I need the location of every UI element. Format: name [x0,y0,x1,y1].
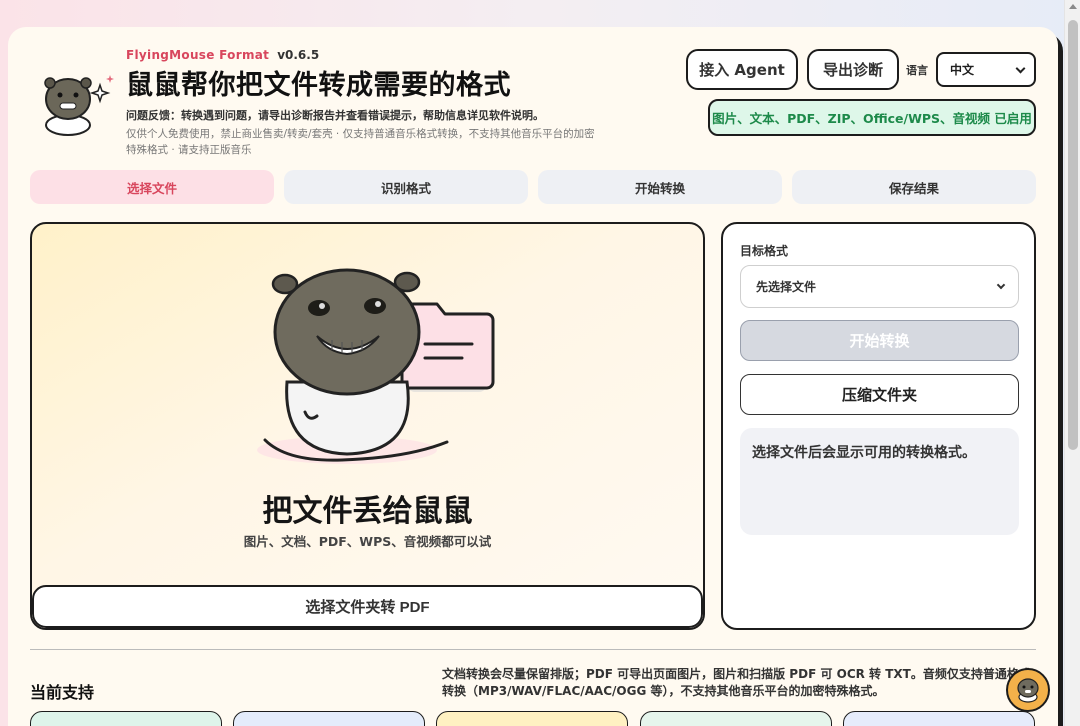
language-value: 中文 [950,63,975,77]
feedback-text: 问题反馈：转换遇到问题，请导出诊断报告并查看错误提示，帮助信息详见软件说明。 [126,109,544,122]
hamster-assistant-button[interactable] [1006,668,1050,712]
hamster-mascot-illustration [257,268,495,464]
hamster-face-icon [1017,678,1039,703]
version-label: v0.6.5 [277,48,320,62]
support-card[interactable] [843,711,1035,726]
target-format-label: 目标格式 [740,244,789,258]
support-section-title: 当前支持 [30,683,95,702]
brand-name: FlyingMouse Format [126,48,270,62]
folder-to-pdf-button[interactable]: 选择文件夹转 PDF [32,585,703,628]
language-label: 语言 [906,64,928,77]
support-card[interactable] [436,711,628,726]
step-save-result[interactable]: 保存结果 [792,170,1036,204]
hamster-logo-icon [44,75,114,136]
disclaimer-text: 仅供个人免费使用，禁止商业售卖/转卖/套壳 · 仅支持普通音乐格式转换，不支持其… [126,128,595,156]
file-drop-zone[interactable]: 把文件丢给鼠鼠 图片、文档、PDF、WPS、音视频都可以试 选择文件夹转 PDF [30,222,705,630]
export-diagnostics-button[interactable]: 导出诊断 [807,49,899,90]
compress-folder-button[interactable]: 压缩文件夹 [740,374,1019,415]
scroll-up-icon[interactable] [1069,4,1077,9]
connect-agent-button[interactable]: 接入 Agent [686,49,798,90]
scrollbar-thumb[interactable] [1068,20,1078,450]
support-card[interactable] [30,711,222,726]
chevron-down-icon [996,280,1006,290]
target-format-placeholder: 先选择文件 [756,280,817,294]
chevron-down-icon [1015,63,1026,74]
vertical-scrollbar[interactable] [1064,0,1080,726]
conversion-panel: 目标格式 先选择文件 开始转换 压缩文件夹 选择文件后会显示可用的转换格式。 [721,222,1036,630]
section-divider [30,649,1036,650]
app-window: FlyingMouse Format v0.6.5 鼠鼠帮你把文件转成需要的格式… [8,27,1058,726]
target-format-select[interactable]: 先选择文件 [740,265,1019,308]
brand-line: FlyingMouse Format v0.6.5 [126,48,319,62]
start-convert-button[interactable]: 开始转换 [740,320,1019,361]
drop-zone-subtitle: 图片、文档、PDF、WPS、音视频都可以试 [243,534,492,549]
support-card[interactable] [233,711,425,726]
language-select[interactable]: 中文 [936,52,1036,87]
page-title: 鼠鼠帮你把文件转成需要的格式 [126,70,511,101]
support-card[interactable] [640,711,832,726]
enabled-formats-badge: 图片、文本、PDF、ZIP、Office/WPS、音视频 已启用 [708,99,1036,136]
format-hint: 选择文件后会显示可用的转换格式。 [740,428,1019,535]
drop-zone-title: 把文件丢给鼠鼠 [262,494,473,529]
support-note: 文档转换会尽量保留排版；PDF 可导出页面图片，图片和扫描版 PDF 可 OCR… [442,667,1031,698]
step-detect-format[interactable]: 识别格式 [284,170,528,204]
step-start-convert[interactable]: 开始转换 [538,170,782,204]
step-select-file[interactable]: 选择文件 [30,170,274,204]
